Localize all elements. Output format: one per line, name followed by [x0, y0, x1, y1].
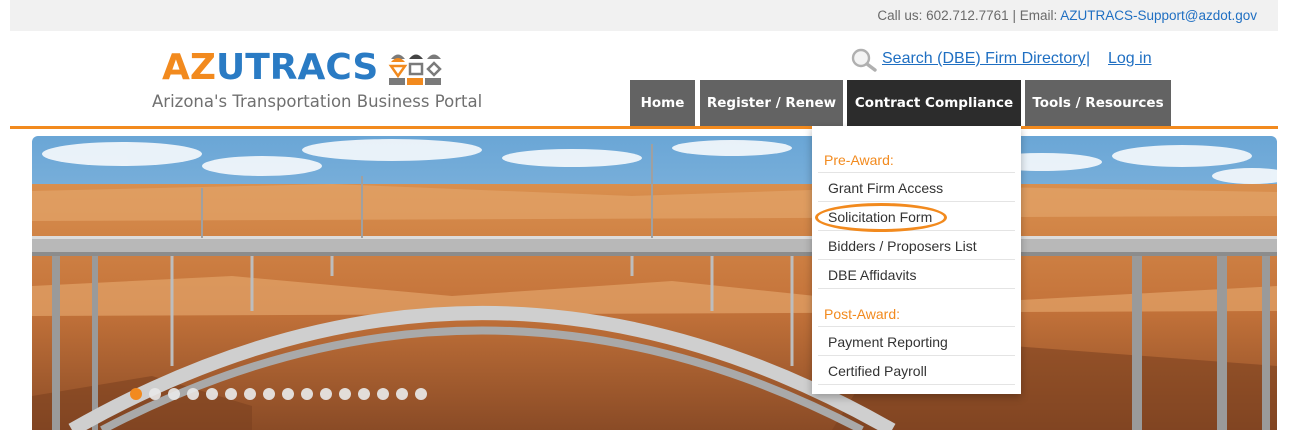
logo-tagline: Arizona's Transportation Business Portal [152, 92, 483, 111]
nav-tab-contract-compliance[interactable]: Contract Compliance [847, 80, 1021, 126]
contract-compliance-dropdown: Pre-Award: Grant Firm Access Solicitatio… [812, 126, 1021, 394]
carousel-dot[interactable] [206, 388, 218, 400]
menu-item-bidders-proposers-list[interactable]: Bidders / Proposers List [818, 231, 1015, 260]
menu-item-solicitation-form[interactable]: Solicitation Form [818, 202, 1015, 231]
logo-name: UTRACS [215, 47, 379, 88]
bridge-landscape-image [32, 136, 1277, 430]
carousel-dot[interactable] [149, 388, 161, 400]
carousel-dot[interactable] [320, 388, 332, 400]
logo-wordmark: AZUTRACS [162, 48, 378, 88]
carousel-dot[interactable] [396, 388, 408, 400]
nav-accent-line [10, 126, 1278, 129]
menu-item-payment-reporting[interactable]: Payment Reporting [818, 327, 1015, 356]
search-icon[interactable] [851, 48, 877, 72]
menu-item-certified-payroll[interactable]: Certified Payroll [818, 356, 1015, 385]
carousel-dot[interactable] [301, 388, 313, 400]
carousel-dot[interactable] [415, 388, 427, 400]
support-email-link[interactable]: AZUTRACS-Support@azdot.gov [1060, 8, 1257, 23]
nav-tab-tools-resources[interactable]: Tools / Resources [1025, 80, 1171, 126]
search-directory-link[interactable]: Search (DBE) Firm Directory [882, 50, 1086, 68]
carousel-dot[interactable] [187, 388, 199, 400]
carousel-dot[interactable] [263, 388, 275, 400]
menu-item-grant-firm-access[interactable]: Grant Firm Access [818, 173, 1015, 202]
contact-bar: Call us: 602.712.7761 | Email: AZUTRACS-… [10, 0, 1278, 31]
carousel-dot[interactable] [130, 388, 142, 400]
carousel-dot[interactable] [339, 388, 351, 400]
carousel-dot[interactable] [377, 388, 389, 400]
hard-hat-workers-icon [388, 54, 442, 85]
dropdown-section-post-award: Post-Award: [824, 306, 900, 322]
carousel-dot[interactable] [244, 388, 256, 400]
link-separator: | [1086, 50, 1091, 67]
contact-info: Call us: 602.712.7761 | Email: AZUTRACS-… [877, 8, 1257, 23]
carousel-dot[interactable] [282, 388, 294, 400]
nav-tab-register-renew[interactable]: Register / Renew [700, 80, 843, 126]
phone-text: Call us: 602.712.7761 | Email: [877, 8, 1061, 23]
carousel-dot[interactable] [225, 388, 237, 400]
hero-banner [32, 136, 1277, 430]
nav-tab-home[interactable]: Home [630, 80, 695, 126]
dropdown-section-pre-award: Pre-Award: [824, 152, 894, 168]
carousel-dot[interactable] [168, 388, 180, 400]
menu-item-dbe-affidavits[interactable]: DBE Affidavits [818, 260, 1015, 289]
carousel-dot[interactable] [358, 388, 370, 400]
logo-prefix: AZ [162, 47, 216, 88]
login-link[interactable]: Log in [1108, 50, 1152, 68]
